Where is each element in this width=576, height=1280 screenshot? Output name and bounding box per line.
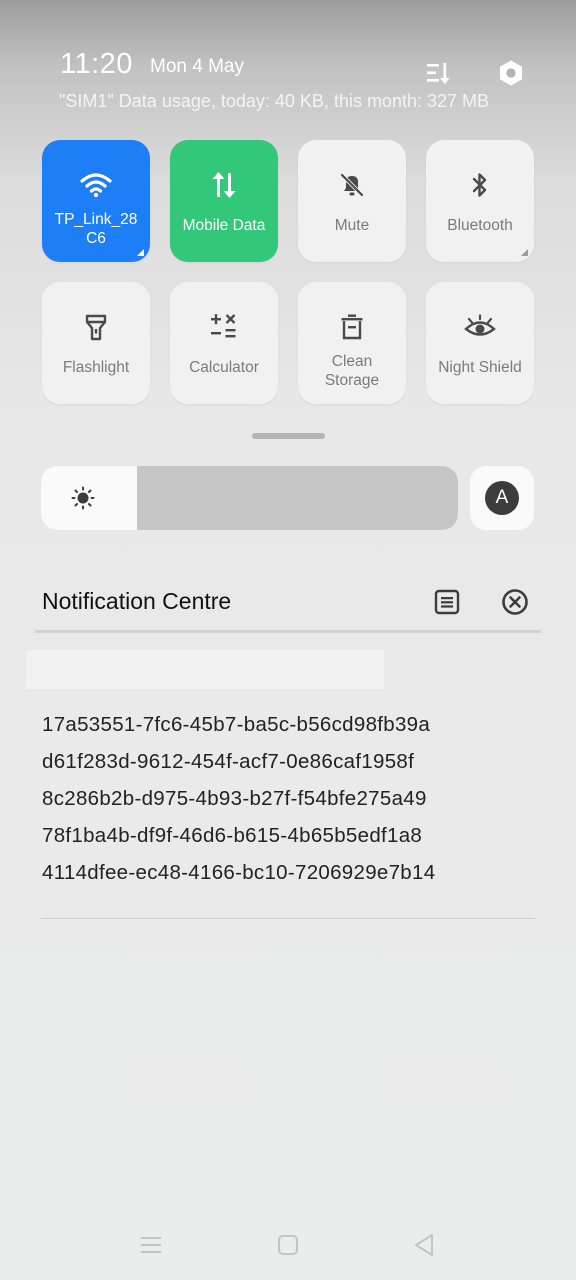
home-icon[interactable] xyxy=(268,1225,308,1265)
drag-handle[interactable] xyxy=(252,433,325,439)
tile-flashlight[interactable]: Flashlight xyxy=(42,282,150,404)
clock-time: 11:20 xyxy=(60,48,133,80)
notification-entry[interactable]: 78f1ba4b-df9f-46d6-b615-4b65b5edf1a8 xyxy=(42,824,422,848)
notification-entry[interactable]: d61f283d-9612-454f-acf7-0e86caf1958f xyxy=(42,750,414,774)
notification-centre-divider xyxy=(35,630,541,633)
sort-edit-icon[interactable] xyxy=(420,55,456,91)
tile-wifi-label: TP_Link_28 C6 xyxy=(54,211,138,247)
mobile-data-icon xyxy=(211,170,237,200)
tile-clean-storage[interactable]: Clean Storage xyxy=(298,282,406,404)
back-icon[interactable] xyxy=(404,1225,444,1265)
calculator-icon xyxy=(210,312,238,342)
menu-icon[interactable] xyxy=(131,1225,171,1265)
bluetooth-icon xyxy=(469,170,491,200)
tile-night-shield[interactable]: Night Shield xyxy=(426,282,534,404)
tile-wifi[interactable]: TP_Link_28 C6 xyxy=(42,140,150,262)
tile-mute-label: Mute xyxy=(334,217,370,234)
auto-brightness-button[interactable]: A xyxy=(470,466,534,530)
trash-icon xyxy=(339,312,365,342)
tile-calculator-label: Calculator xyxy=(189,359,259,376)
data-usage-text: "SIM1" Data usage, today: 40 KB, this mo… xyxy=(59,91,490,111)
notification-entry[interactable]: 17a53551-7fc6-45b7-ba5c-b56cd98fb39a xyxy=(42,713,430,737)
tile-flashlight-label: Flashlight xyxy=(62,359,130,376)
tile-night-shield-label: Night Shield xyxy=(438,359,522,376)
wifi-icon xyxy=(80,170,112,200)
notification-entry[interactable]: 4114dfee-ec48-4166-bc10-7206929e7b14 xyxy=(42,861,435,885)
tile-mute[interactable]: Mute xyxy=(298,140,406,262)
notification-manage-icon[interactable] xyxy=(432,587,462,617)
notification-placeholder xyxy=(26,650,384,689)
clear-all-icon[interactable] xyxy=(500,587,530,617)
settings-icon[interactable] xyxy=(493,55,529,91)
notification-entry[interactable]: 8c286b2b-d975-4b93-b27f-f54bfe275a49 xyxy=(42,787,427,811)
expand-corner-icon xyxy=(137,249,144,256)
tile-bluetooth-label: Bluetooth xyxy=(447,217,513,234)
bell-off-icon xyxy=(338,170,366,200)
notification-divider xyxy=(41,918,535,919)
sun-icon xyxy=(71,486,95,510)
expand-corner-icon xyxy=(521,249,528,256)
tile-bluetooth[interactable]: Bluetooth xyxy=(426,140,534,262)
flashlight-icon xyxy=(83,312,109,342)
tile-mobile-data-label: Mobile Data xyxy=(182,217,266,234)
tile-clean-storage-label: Clean Storage xyxy=(324,353,380,389)
eye-icon xyxy=(464,312,496,342)
clock-date: Mon 4 May xyxy=(150,56,244,77)
brightness-slider[interactable] xyxy=(41,466,458,530)
tile-mobile-data[interactable]: Mobile Data xyxy=(170,140,278,262)
tile-calculator[interactable]: Calculator xyxy=(170,282,278,404)
notification-centre-title: Notification Centre xyxy=(42,588,232,614)
auto-brightness-label: A xyxy=(485,481,519,515)
